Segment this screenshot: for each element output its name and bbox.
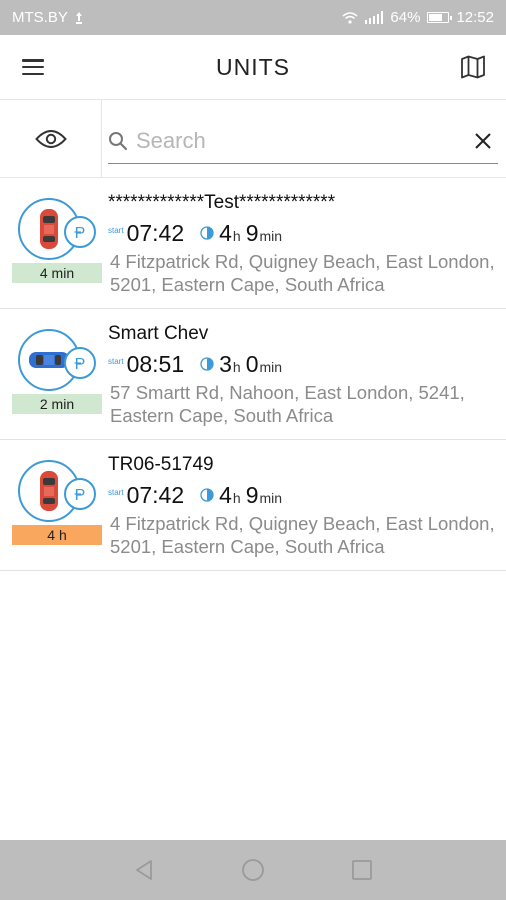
trip-info: start 07:42 4 h 9 min xyxy=(108,218,287,248)
unit-list-item[interactable]: P 4 h TR06-51749 start 07:42 4 h 9 min 4… xyxy=(0,440,506,571)
duration-clock-icon xyxy=(200,357,214,371)
duration-minutes-unit: min xyxy=(259,359,283,375)
unit-avatar: P 4 min xyxy=(12,196,102,291)
map-button[interactable] xyxy=(440,35,506,100)
unit-address: 4 Fitzpatrick Rd, Quigney Beach, East Lo… xyxy=(110,251,495,295)
recents-square-icon xyxy=(351,860,372,880)
battery-percent: 64% xyxy=(390,9,421,26)
unit-address: 4 Fitzpatrick Rd, Quigney Beach, East Lo… xyxy=(110,513,495,557)
system-nav-bar xyxy=(0,840,506,900)
carrier-label: MTS.BY xyxy=(12,9,68,26)
duration-minutes: 9 xyxy=(245,219,259,246)
recents-button[interactable] xyxy=(342,850,382,890)
unit-list-item[interactable]: P 4 min *************Test************* s… xyxy=(0,178,506,309)
home-circle-icon xyxy=(242,859,264,881)
parking-icon: P xyxy=(74,356,86,372)
last-update-badge: 4 min xyxy=(12,263,102,283)
visibility-toggle[interactable] xyxy=(0,100,102,177)
trip-info: start 08:51 3 h 0 min xyxy=(108,349,287,379)
svg-text:P: P xyxy=(75,225,86,241)
parking-status: P xyxy=(64,216,96,248)
map-icon xyxy=(461,55,485,79)
duration-minutes-unit: min xyxy=(259,490,283,506)
page-title: UNITS xyxy=(216,53,290,80)
duration-minutes: 0 xyxy=(245,350,259,377)
signal-icon xyxy=(364,11,384,24)
search-field xyxy=(108,118,498,164)
start-label: start xyxy=(108,356,124,366)
back-button[interactable] xyxy=(124,850,164,890)
close-icon xyxy=(475,132,491,149)
search-box xyxy=(102,100,506,177)
duration-clock-icon xyxy=(200,488,214,502)
last-update-badge: 4 h xyxy=(12,525,102,545)
duration-clock-icon xyxy=(200,226,214,240)
usb-icon xyxy=(75,11,82,24)
start-time: 07:42 xyxy=(126,481,185,508)
unit-avatar: P 4 h xyxy=(12,458,102,553)
svg-text:P: P xyxy=(75,356,86,372)
menu-button[interactable] xyxy=(0,35,66,100)
svg-text:P: P xyxy=(75,487,86,503)
status-bar: MTS.BY 64% 12:52 xyxy=(0,0,506,35)
app-bar: UNITS xyxy=(0,35,506,100)
parking-status: P xyxy=(64,347,96,379)
duration-minutes: 9 xyxy=(245,481,259,508)
clock: 12:52 xyxy=(456,9,494,26)
start-label: start xyxy=(108,487,124,497)
search-input[interactable] xyxy=(128,127,468,154)
duration-hours: 4 xyxy=(219,481,232,508)
unit-avatar: P 2 min xyxy=(12,327,102,422)
parking-icon: P xyxy=(74,487,86,503)
unit-name: *************Test************* xyxy=(108,192,336,213)
red-car-icon xyxy=(40,471,58,511)
trip-info: start 07:42 4 h 9 min xyxy=(108,480,287,510)
search-icon xyxy=(109,131,128,150)
duration-hours-unit: h xyxy=(232,490,241,506)
last-update-badge: 2 min xyxy=(12,394,102,414)
back-triangle-icon xyxy=(136,860,153,880)
hamburger-menu-icon xyxy=(22,59,44,75)
duration-hours-unit: h xyxy=(232,228,241,244)
parking-icon: P xyxy=(74,225,86,241)
duration-hours-unit: h xyxy=(232,359,241,375)
search-row xyxy=(0,100,506,178)
clear-search-button[interactable] xyxy=(468,126,498,156)
home-button[interactable] xyxy=(233,850,273,890)
duration-minutes-unit: min xyxy=(259,228,283,244)
unit-address: 57 Smartt Rd, Nahoon, East London, 5241,… xyxy=(110,382,465,426)
eye-icon xyxy=(34,129,67,148)
parking-status: P xyxy=(64,478,96,510)
unit-list-item[interactable]: P 2 min Smart Chev start 08:51 3 h 0 min… xyxy=(0,309,506,440)
duration-hours: 3 xyxy=(219,350,232,377)
start-label: start xyxy=(108,225,124,235)
unit-name: TR06-51749 xyxy=(108,454,214,475)
wifi-icon xyxy=(342,11,358,24)
duration-hours: 4 xyxy=(219,219,232,246)
unit-name: Smart Chev xyxy=(108,323,209,344)
start-time: 07:42 xyxy=(126,219,185,246)
start-time: 08:51 xyxy=(126,350,185,377)
battery-icon xyxy=(427,12,453,23)
red-car-icon xyxy=(40,209,58,249)
